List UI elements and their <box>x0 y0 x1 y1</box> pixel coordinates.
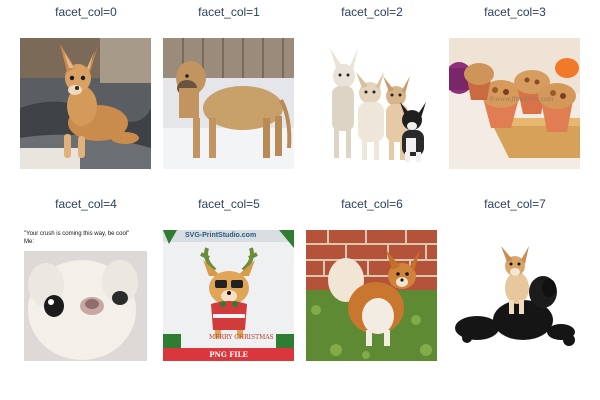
facet-title-3: facet_col=3 <box>484 5 546 19</box>
facet-image-6 <box>306 230 437 361</box>
facet-image-4: "Your crush is coming this way, be cool"… <box>20 230 151 361</box>
facet-title-5: facet_col=5 <box>198 197 260 211</box>
facet-grid: facet_col=0 facet_col=1 facet_col=2 face… <box>0 0 600 400</box>
facet-image-2 <box>306 38 437 169</box>
facet-image-0 <box>20 38 151 169</box>
facet-image-3: ©www.fitmillion.com <box>449 38 580 169</box>
meme-caption-line1: "Your crush is coming this way, be cool" <box>24 231 130 237</box>
facet-image-7 <box>449 230 580 361</box>
facet-title-0: facet_col=0 <box>55 5 117 19</box>
greeting-text: MERRY CHRISTMAS <box>209 334 274 341</box>
facet-image-5: SVG-PrintStudio.com MERRY CHRISTMAS PNG … <box>163 230 294 361</box>
watermark-text: ©www.fitmillion.com <box>489 96 554 103</box>
meme-caption-line2: Me: <box>24 239 35 245</box>
facet-title-2: facet_col=2 <box>341 5 403 19</box>
site-watermark: SVG-PrintStudio.com <box>185 232 257 239</box>
facet-title-4: facet_col=4 <box>55 197 117 211</box>
facet-image-1 <box>163 38 294 169</box>
facet-title-1: facet_col=1 <box>198 5 260 19</box>
meme-caption: "Your crush is coming this way, be cool"… <box>24 230 129 246</box>
facet-title-7: facet_col=7 <box>484 197 546 211</box>
file-type-band: PNG FILE <box>163 348 294 361</box>
facet-title-6: facet_col=6 <box>341 197 403 211</box>
